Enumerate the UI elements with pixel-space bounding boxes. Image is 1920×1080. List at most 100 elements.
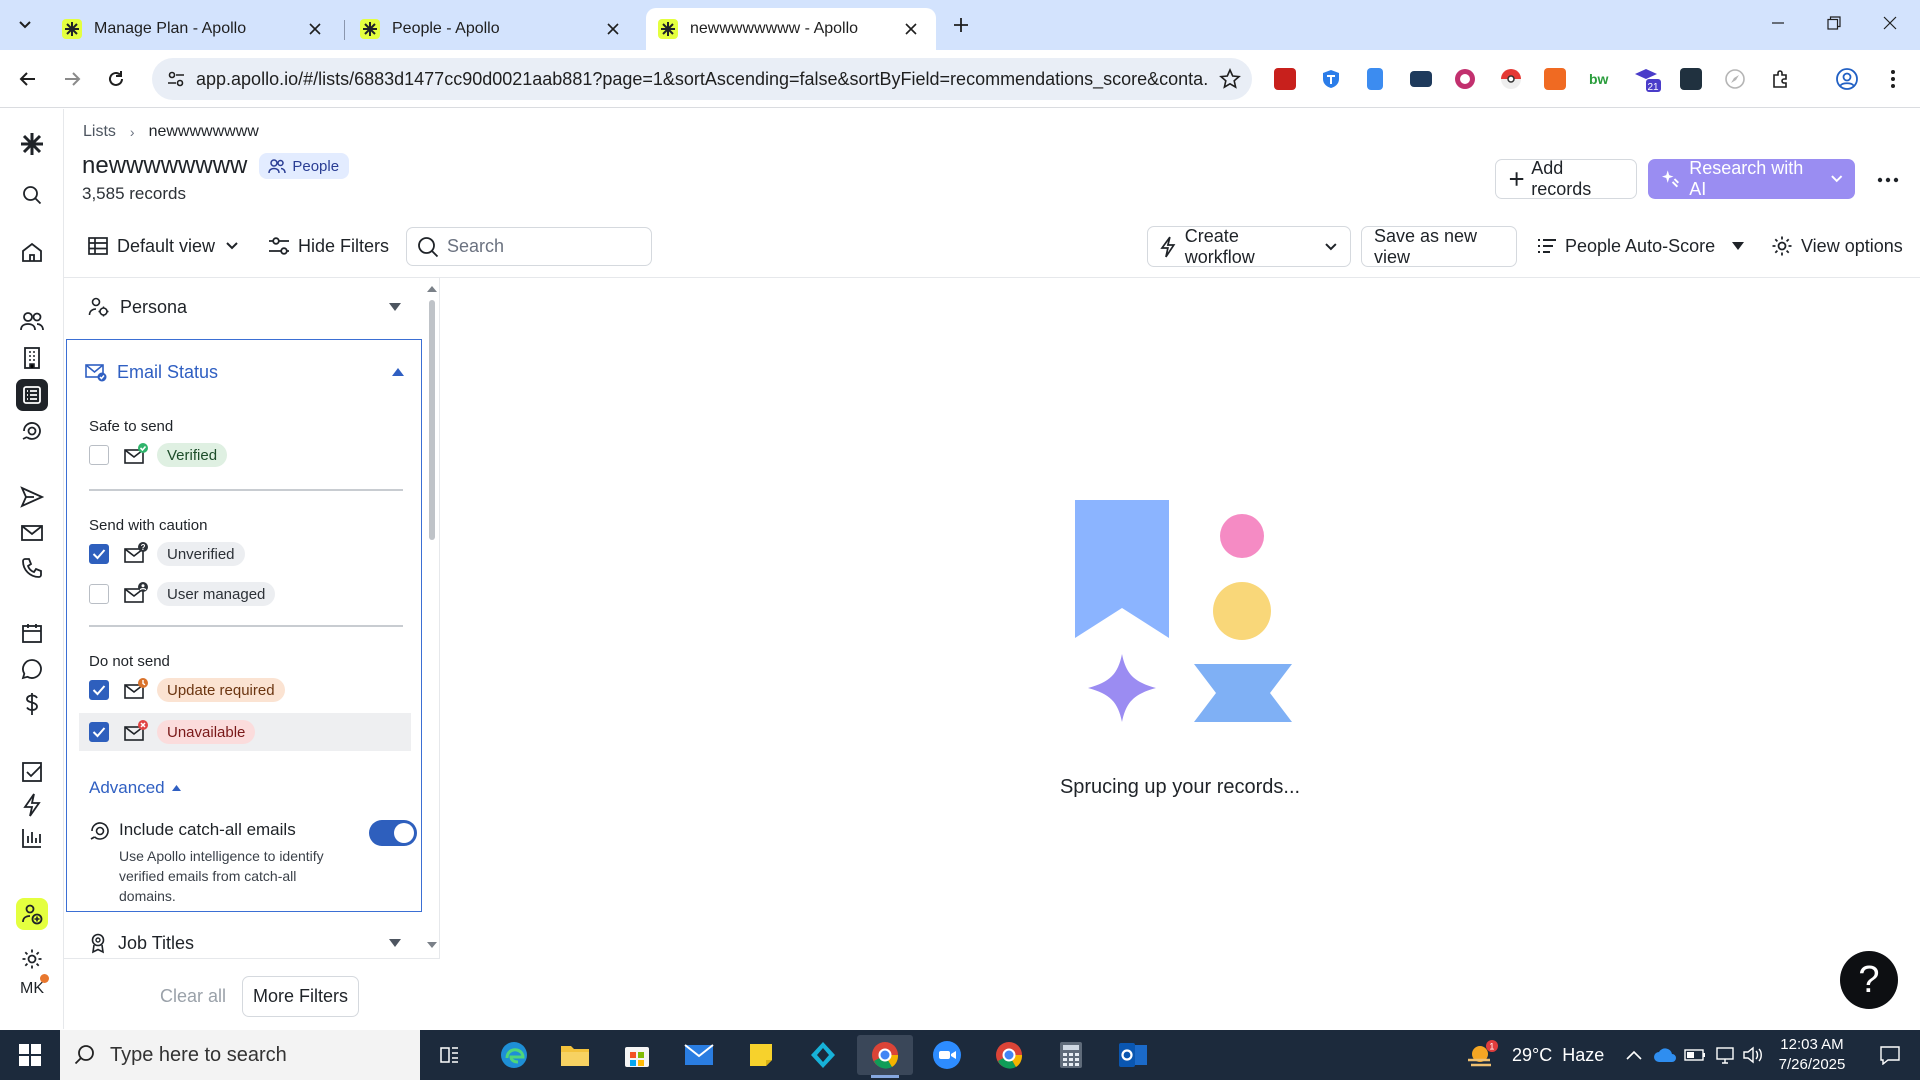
- companies-icon[interactable]: [16, 342, 48, 374]
- browser-tab-people[interactable]: People - Apollo: [348, 8, 638, 50]
- filter-panel-scrollbar[interactable]: [424, 278, 440, 956]
- chrome-profile-app-icon[interactable]: [981, 1035, 1037, 1075]
- browser-menu-icon[interactable]: [1878, 64, 1908, 94]
- checkbox-user-managed[interactable]: [89, 584, 109, 604]
- sequences-icon[interactable]: [16, 481, 48, 513]
- user-avatar[interactable]: MK: [16, 973, 49, 1005]
- checkbox-unverified[interactable]: [89, 544, 109, 564]
- more-filters-button[interactable]: More Filters: [242, 976, 360, 1017]
- battery-icon[interactable]: [1680, 1030, 1710, 1080]
- catch-all-toggle[interactable]: [369, 820, 417, 846]
- more-options-button[interactable]: [1870, 162, 1906, 198]
- conversations-icon[interactable]: [16, 653, 48, 685]
- reload-button[interactable]: [100, 63, 132, 95]
- restore-window-button[interactable]: [1806, 0, 1862, 46]
- checkbox-unavailable[interactable]: [89, 722, 109, 742]
- close-tab-icon[interactable]: [304, 18, 326, 40]
- taskbar-search-input[interactable]: [110, 1043, 400, 1067]
- search-box[interactable]: [406, 227, 652, 266]
- taskbar-search-box[interactable]: [60, 1030, 420, 1080]
- bookmark-star-button[interactable]: [1208, 68, 1252, 90]
- home-icon[interactable]: [16, 236, 48, 268]
- save-as-new-view-button[interactable]: Save as new view: [1361, 226, 1517, 267]
- weather-widget[interactable]: 1 29°C Haze: [1466, 1030, 1604, 1080]
- notifications-button[interactable]: [1862, 1030, 1918, 1080]
- outlook-app-icon[interactable]: [1105, 1035, 1161, 1075]
- browser-tab-list[interactable]: newwwwwwww - Apollo: [646, 8, 936, 50]
- scroll-down-arrow-icon[interactable]: [424, 940, 440, 950]
- show-hidden-icons-button[interactable]: [1620, 1030, 1648, 1080]
- network-icon[interactable]: [1710, 1030, 1740, 1080]
- option-user-managed[interactable]: User managed: [79, 575, 411, 613]
- browser-tab-manage-plan[interactable]: Manage Plan - Apollo: [50, 8, 340, 50]
- chrome-app-icon[interactable]: [857, 1035, 913, 1078]
- extensions-puzzle-icon[interactable]: [1766, 64, 1796, 94]
- pokeball-extension-icon[interactable]: [1496, 64, 1526, 94]
- close-tab-icon[interactable]: [900, 18, 922, 40]
- deals-icon[interactable]: [16, 688, 48, 720]
- checkbox-verified[interactable]: [89, 445, 109, 465]
- close-window-button[interactable]: [1862, 0, 1918, 46]
- add-records-button[interactable]: Add records: [1495, 158, 1637, 199]
- file-explorer-app-icon[interactable]: [547, 1035, 603, 1075]
- profile-icon[interactable]: [1832, 64, 1862, 94]
- onboarding-icon[interactable]: [16, 898, 48, 930]
- mail-app-icon[interactable]: [671, 1035, 727, 1075]
- edge-app-icon[interactable]: [486, 1035, 542, 1075]
- calculator-app-icon[interactable]: [1043, 1035, 1099, 1075]
- discount-extension-icon[interactable]: [1540, 64, 1570, 94]
- scroll-up-arrow-icon[interactable]: [424, 284, 440, 294]
- advanced-toggle[interactable]: Advanced: [89, 778, 182, 798]
- help-button[interactable]: ?: [1840, 951, 1898, 1009]
- workflows-icon[interactable]: [16, 789, 48, 821]
- people-icon[interactable]: [16, 305, 48, 337]
- pdf-extension-icon[interactable]: [1270, 64, 1300, 94]
- view-selector[interactable]: Default view: [88, 226, 239, 266]
- site-info-button[interactable]: [156, 59, 196, 99]
- option-unavailable[interactable]: Unavailable: [79, 713, 411, 751]
- settings-gear-icon[interactable]: [16, 943, 48, 975]
- clapper-extension-icon[interactable]: [1406, 64, 1436, 94]
- option-unverified[interactable]: ? Unverified: [79, 535, 411, 573]
- react-devtools-extension-icon[interactable]: [1676, 64, 1706, 94]
- store-app-icon[interactable]: [609, 1035, 665, 1075]
- emails-icon[interactable]: [16, 517, 48, 549]
- rail-search-icon[interactable]: [16, 179, 48, 211]
- breadcrumb-lists-link[interactable]: Lists: [83, 123, 116, 141]
- taskbar-clock[interactable]: 12:03 AM 7/26/2025: [1762, 1035, 1862, 1075]
- shield-extension-icon[interactable]: [1316, 64, 1346, 94]
- new-tab-button[interactable]: [946, 11, 976, 39]
- view-options-button[interactable]: View options: [1771, 226, 1903, 266]
- sort-selector[interactable]: People Auto-Score: [1537, 226, 1745, 266]
- clipboard-extension-icon[interactable]: [1360, 64, 1390, 94]
- url-text[interactable]: app.apollo.io/#/lists/6883d1477cc90d0021…: [196, 69, 1208, 90]
- onedrive-icon[interactable]: [1650, 1030, 1680, 1080]
- page-title[interactable]: newwwwwwww: [82, 152, 247, 180]
- calls-icon[interactable]: [16, 552, 48, 584]
- sticky-notes-app-icon[interactable]: [733, 1035, 789, 1075]
- graduation-extension-icon[interactable]: 21: [1632, 64, 1662, 94]
- data-enrichment-icon[interactable]: [16, 415, 48, 447]
- forward-button[interactable]: [56, 63, 88, 95]
- email-status-header[interactable]: Email Status: [85, 358, 405, 386]
- tab-search-button[interactable]: [10, 11, 40, 39]
- analytics-icon[interactable]: [16, 822, 48, 854]
- apollo-logo-icon[interactable]: [16, 128, 48, 160]
- checkbox-update-required[interactable]: [89, 680, 109, 700]
- lists-icon[interactable]: [16, 379, 48, 411]
- meetings-icon[interactable]: [16, 617, 48, 649]
- research-with-ai-button[interactable]: Research with AI: [1648, 158, 1855, 199]
- scroll-thumb[interactable]: [429, 300, 435, 540]
- kodi-app-icon[interactable]: [795, 1035, 851, 1075]
- task-view-button[interactable]: [422, 1035, 478, 1075]
- filter-persona[interactable]: Persona: [64, 278, 424, 336]
- bw-extension-icon[interactable]: bw: [1586, 64, 1616, 94]
- start-button[interactable]: [0, 1030, 60, 1080]
- close-tab-icon[interactable]: [602, 18, 624, 40]
- hide-filters-button[interactable]: Hide Filters: [268, 226, 389, 266]
- clear-all-button[interactable]: Clear all: [160, 976, 226, 1016]
- address-bar[interactable]: app.apollo.io/#/lists/6883d1477cc90d0021…: [152, 58, 1252, 100]
- back-button[interactable]: [12, 63, 44, 95]
- circle-extension-icon[interactable]: [1450, 64, 1480, 94]
- option-update-required[interactable]: Update required: [79, 671, 411, 709]
